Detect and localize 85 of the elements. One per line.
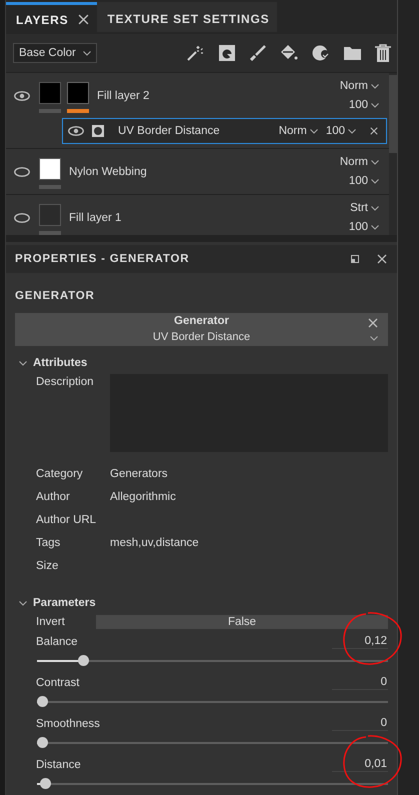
blend-mode-dropdown[interactable]: Strt: [350, 202, 379, 214]
eye-icon[interactable]: [14, 90, 30, 100]
effect-row[interactable]: UV Border Distance Norm 100: [62, 118, 387, 144]
section-header[interactable]: Attributes: [15, 352, 388, 374]
field-label: Size: [36, 560, 60, 572]
generator-selector[interactable]: Generator UV Border Distance: [15, 313, 388, 346]
generator-icon: [92, 125, 104, 137]
scrollbar[interactable]: [389, 75, 397, 153]
float-panel-icon[interactable]: [351, 255, 359, 263]
slider[interactable]: [37, 655, 388, 667]
layer-name[interactable]: Fill layer 2: [97, 90, 340, 102]
blend-mode-dropdown[interactable]: Norm: [278, 125, 318, 137]
field-label: Description: [36, 375, 95, 388]
layer-thumbnail[interactable]: [39, 82, 61, 104]
opacity-dropdown[interactable]: 100: [326, 125, 356, 137]
param-label: Distance: [36, 759, 81, 771]
field-label: Tags: [36, 536, 62, 548]
field-value: Generators: [110, 468, 169, 480]
layer-thumbnail[interactable]: [39, 204, 61, 226]
close-icon[interactable]: [377, 254, 387, 264]
channel-dropdown[interactable]: Base Color: [13, 43, 97, 63]
magic-wand-icon[interactable]: [186, 44, 204, 62]
toggle-button[interactable]: False: [96, 615, 388, 629]
field-value: Allegorithmic: [110, 490, 177, 502]
mask-add-icon[interactable]: [218, 44, 236, 62]
layer-name[interactable]: Fill layer 1: [69, 212, 349, 224]
close-icon[interactable]: [78, 14, 90, 25]
blend-mode-dropdown[interactable]: Norm: [340, 80, 379, 92]
field-label: Category: [36, 468, 84, 480]
chevron-down-icon: [371, 84, 379, 88]
folder-icon[interactable]: [344, 46, 361, 60]
slider[interactable]: [37, 737, 388, 749]
chevron-down-icon: [370, 336, 378, 341]
opacity-dropdown[interactable]: 100: [348, 175, 379, 187]
layer-name[interactable]: Nylon Webbing: [69, 166, 340, 178]
opacity-dropdown[interactable]: 100: [348, 221, 379, 233]
param-label: Balance: [36, 636, 78, 648]
slider[interactable]: [37, 778, 388, 790]
value-field[interactable]: 0,12: [332, 635, 388, 649]
slider-thumb[interactable]: [78, 655, 89, 666]
layer-bar: [39, 231, 61, 235]
chevron-down-icon: [19, 360, 27, 366]
section-header[interactable]: Parameters: [15, 592, 96, 614]
slider[interactable]: [37, 696, 388, 708]
effect-name: UV Border Distance: [118, 125, 221, 137]
close-icon[interactable]: [370, 127, 378, 135]
chevron-down-icon: [371, 206, 379, 210]
section-heading: GENERATOR: [15, 290, 96, 302]
paint-bucket-icon[interactable]: [280, 44, 298, 62]
layer-bar: [39, 109, 61, 113]
mask-thumbnail[interactable]: [67, 82, 89, 104]
chevron-down-icon: [82, 50, 91, 56]
field-value: mesh,uv,distance: [110, 536, 200, 548]
chevron-down-icon: [371, 178, 379, 184]
chevron-down-icon: [371, 102, 379, 108]
value-field[interactable]: 0: [332, 676, 388, 690]
panel-tab[interactable]: TEXTURE SET SETTINGS: [97, 2, 278, 32]
mask-bar: [67, 109, 89, 113]
eye-closed-icon[interactable]: [14, 212, 30, 222]
value-field[interactable]: 0: [332, 717, 388, 731]
param-label: Contrast: [36, 677, 80, 689]
layer-thumbnail[interactable]: [39, 158, 61, 180]
panel-title: PROPERTIES - GENERATOR: [15, 253, 190, 265]
chevron-down-icon: [19, 600, 27, 606]
trash-icon[interactable]: [375, 44, 391, 62]
chevron-down-icon: [371, 160, 379, 164]
param-label: Invert: [36, 616, 66, 628]
opacity-dropdown[interactable]: 100: [348, 99, 379, 111]
mask-icon[interactable]: [312, 44, 330, 62]
param-label: Smoothness: [36, 718, 100, 730]
chevron-down-icon: [310, 128, 318, 134]
chevron-down-icon: [371, 224, 379, 230]
eye-closed-icon[interactable]: [14, 166, 30, 176]
slider-thumb[interactable]: [37, 696, 48, 707]
blend-mode-dropdown[interactable]: Norm: [340, 156, 379, 168]
layer-bar: [39, 185, 61, 189]
slider-thumb[interactable]: [37, 737, 48, 748]
eye-icon[interactable]: [68, 126, 84, 136]
field-label: Author URL: [36, 514, 98, 526]
slider-thumb[interactable]: [40, 778, 52, 789]
field-label: Author: [36, 490, 71, 502]
value-field[interactable]: 0,01: [332, 758, 388, 772]
close-icon[interactable]: [368, 318, 378, 328]
brush-icon[interactable]: [250, 45, 266, 61]
chevron-down-icon: [348, 128, 356, 134]
